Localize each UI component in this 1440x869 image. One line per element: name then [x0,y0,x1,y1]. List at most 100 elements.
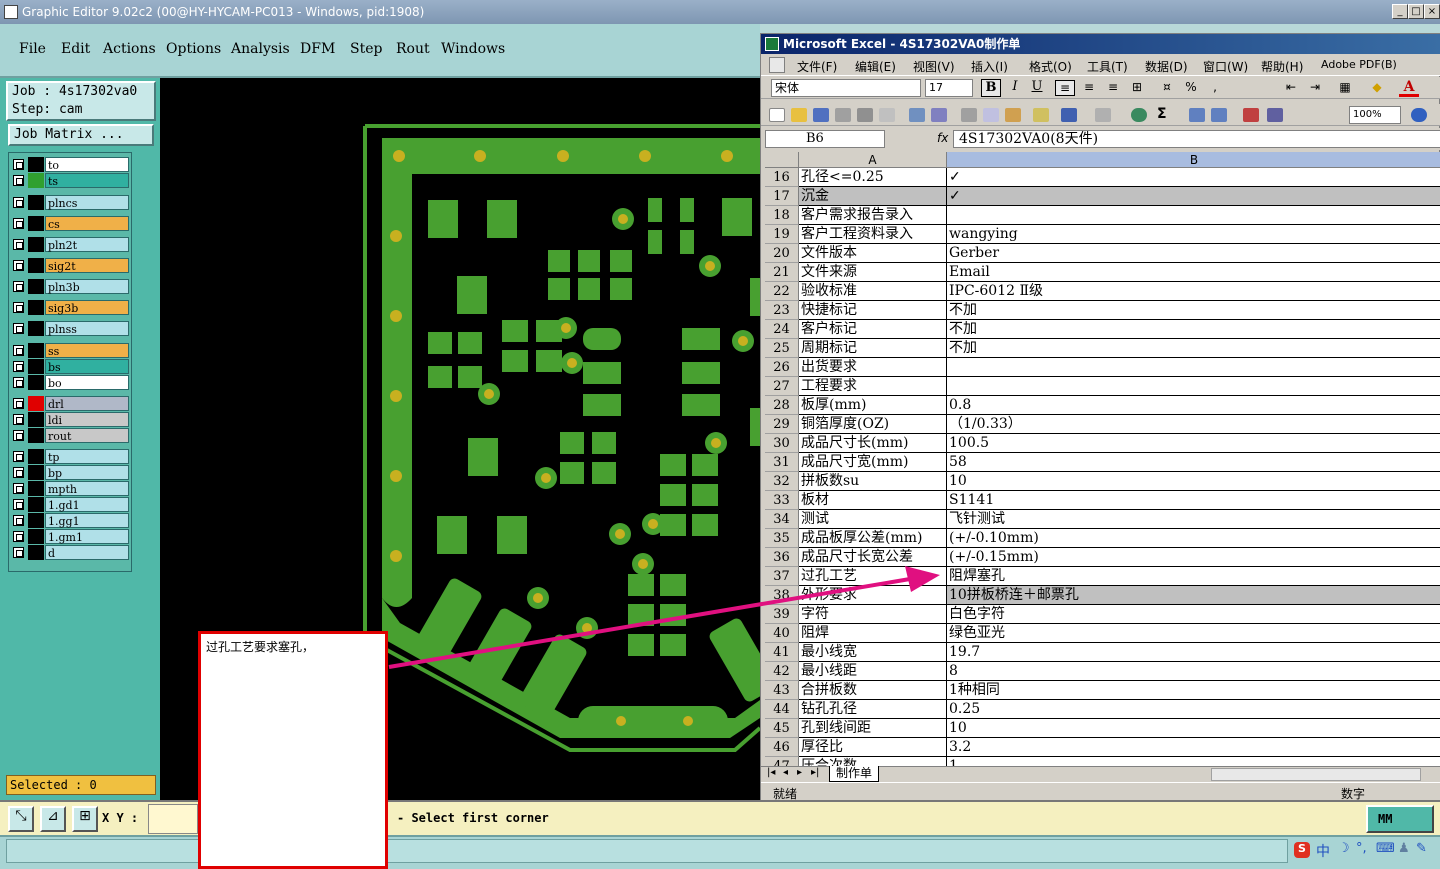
layer-row[interactable]: sig2t [11,258,129,273]
layer-checkbox[interactable] [13,175,24,186]
layer-row[interactable]: cs [11,216,129,231]
row-header[interactable]: 39 [765,605,799,624]
xmenu-format[interactable]: 格式(O) [1029,58,1072,75]
layer-color-swatch[interactable] [28,449,44,464]
row-header[interactable]: 31 [765,453,799,472]
layer-row[interactable]: to [11,157,129,172]
outdent-icon[interactable]: ⇥ [1305,80,1325,96]
cell-a[interactable]: 客户工程资料录入 [799,225,947,244]
font-select[interactable]: 宋体 [771,79,921,97]
layer-checkbox[interactable] [13,323,24,334]
comma-icon[interactable]: , [1205,80,1225,96]
underline-button[interactable]: U [1027,79,1047,97]
cell-b[interactable]: wangying [947,225,1440,244]
cell-a[interactable]: 出货要求 [799,358,947,377]
permission-icon[interactable] [835,108,851,122]
layer-checkbox[interactable] [13,451,24,462]
row-header[interactable]: 16 [765,168,799,187]
menu-actions[interactable]: Actions [103,41,156,57]
row-header[interactable]: 26 [765,358,799,377]
layer-row[interactable]: plncs [11,195,129,210]
layer-color-swatch[interactable] [28,545,44,560]
cell-b[interactable]: 8 [947,662,1440,681]
layer-row[interactable]: ss [11,343,129,358]
row-header[interactable]: 27 [765,377,799,396]
drawing-icon[interactable] [1267,108,1283,122]
cell-b[interactable]: 0.25 [947,700,1440,719]
cell-b[interactable]: 10 [947,719,1440,738]
cell-b[interactable]: 白色字符 [947,605,1440,624]
merge-icon[interactable]: ⊞ [1127,80,1147,96]
layer-color-swatch[interactable] [28,195,44,210]
borders-icon[interactable]: ▦ [1335,80,1355,96]
layer-name[interactable]: cs [45,216,129,231]
layer-color-swatch[interactable] [28,157,44,172]
help-icon[interactable] [1411,108,1427,122]
layer-name[interactable]: pln2t [45,237,129,252]
xmenu-insert[interactable]: 插入(I) [971,58,1008,75]
cell-a[interactable]: 测试 [799,510,947,529]
cell-a[interactable]: 成品尺寸长(mm) [799,434,947,453]
cut-icon[interactable] [961,108,977,122]
undo-icon[interactable] [1061,108,1077,122]
cell-b[interactable] [947,206,1440,225]
layer-checkbox[interactable] [13,218,24,229]
cell-a[interactable]: 厚径比 [799,738,947,757]
cell-b[interactable]: (+/-0.15mm) [947,548,1440,567]
layer-name[interactable]: sig3b [45,300,129,315]
layer-color-swatch[interactable] [28,428,44,443]
cell-b[interactable]: 58 [947,453,1440,472]
row-header[interactable]: 42 [765,662,799,681]
row-header[interactable]: 43 [765,681,799,700]
cell-a[interactable]: 最小线距 [799,662,947,681]
sort-asc-icon[interactable] [1189,108,1205,122]
layer-color-swatch[interactable] [28,173,44,188]
menu-rout[interactable]: Rout [396,41,430,57]
xmenu-file[interactable]: 文件(F) [797,58,837,75]
cell-b[interactable]: 19.7 [947,643,1440,662]
cell-a[interactable]: 文件来源 [799,263,947,282]
cell-b[interactable]: ✓ [947,168,1440,187]
row-header[interactable]: 29 [765,415,799,434]
cell-b[interactable]: 0.8 [947,396,1440,415]
close-button[interactable]: × [1424,4,1440,19]
xmenu-window[interactable]: 窗口(W) [1203,58,1248,75]
layer-row[interactable]: bp [11,465,129,480]
layer-row[interactable]: pln2t [11,237,129,252]
fill-color-icon[interactable]: ◆ [1367,80,1387,96]
cell-a[interactable]: 钻孔孔径 [799,700,947,719]
ime-logo-icon[interactable]: S [1294,842,1310,858]
xmenu-adobe[interactable]: Adobe PDF(B) [1321,58,1397,71]
row-header[interactable]: 24 [765,320,799,339]
cell-a[interactable]: 板厚(mm) [799,396,947,415]
menu-dfm[interactable]: DFM [300,41,335,57]
cell-a[interactable]: 字符 [799,605,947,624]
layer-name[interactable]: ts [45,173,129,188]
row-header[interactable]: 23 [765,301,799,320]
layer-checkbox[interactable] [13,159,24,170]
cell-a[interactable]: 成品尺寸长宽公差 [799,548,947,567]
layer-checkbox[interactable] [13,515,24,526]
layer-row[interactable]: ldi [11,412,129,427]
cell-a[interactable]: 拼板数su [799,472,947,491]
layer-color-swatch[interactable] [28,300,44,315]
sheet-tab-active[interactable]: 制作单 [829,766,879,782]
layer-row[interactable]: plnss [11,321,129,336]
format-painter-icon[interactable] [1033,108,1049,122]
layer-checkbox[interactable] [13,531,24,542]
layer-color-swatch[interactable] [28,258,44,273]
grid-icon[interactable]: ⊞ [72,806,98,832]
row-header[interactable]: 18 [765,206,799,225]
cell-b[interactable]: 1 [947,757,1440,766]
ime-punct-icon[interactable]: °, [1356,841,1367,856]
cell-b[interactable]: IPC-6012 Ⅱ级 [947,282,1440,301]
zoom-window-icon[interactable]: ⤡ [8,806,34,832]
xmenu-view[interactable]: 视图(V) [913,58,955,75]
layer-color-swatch[interactable] [28,216,44,231]
layer-name[interactable]: d [45,545,129,560]
align-right-icon[interactable]: ≡ [1103,80,1123,96]
cell-a[interactable]: 文件版本 [799,244,947,263]
layer-name[interactable]: rout [45,428,129,443]
layer-row[interactable]: bs [11,359,129,374]
cell-a[interactable]: 外形要求 [799,586,947,605]
